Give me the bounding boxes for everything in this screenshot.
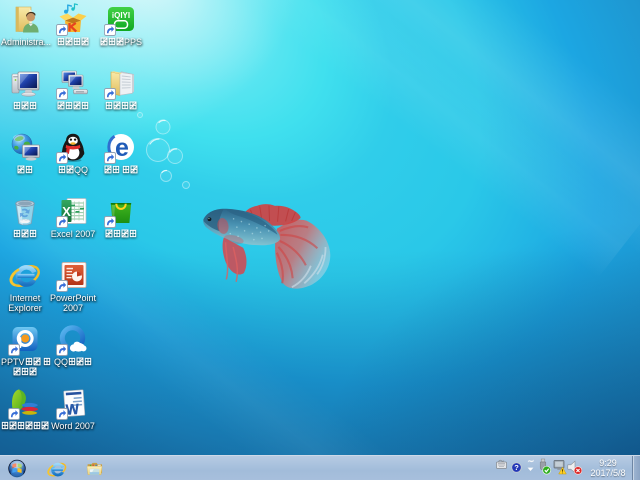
svg-text:?: ? bbox=[514, 463, 519, 472]
